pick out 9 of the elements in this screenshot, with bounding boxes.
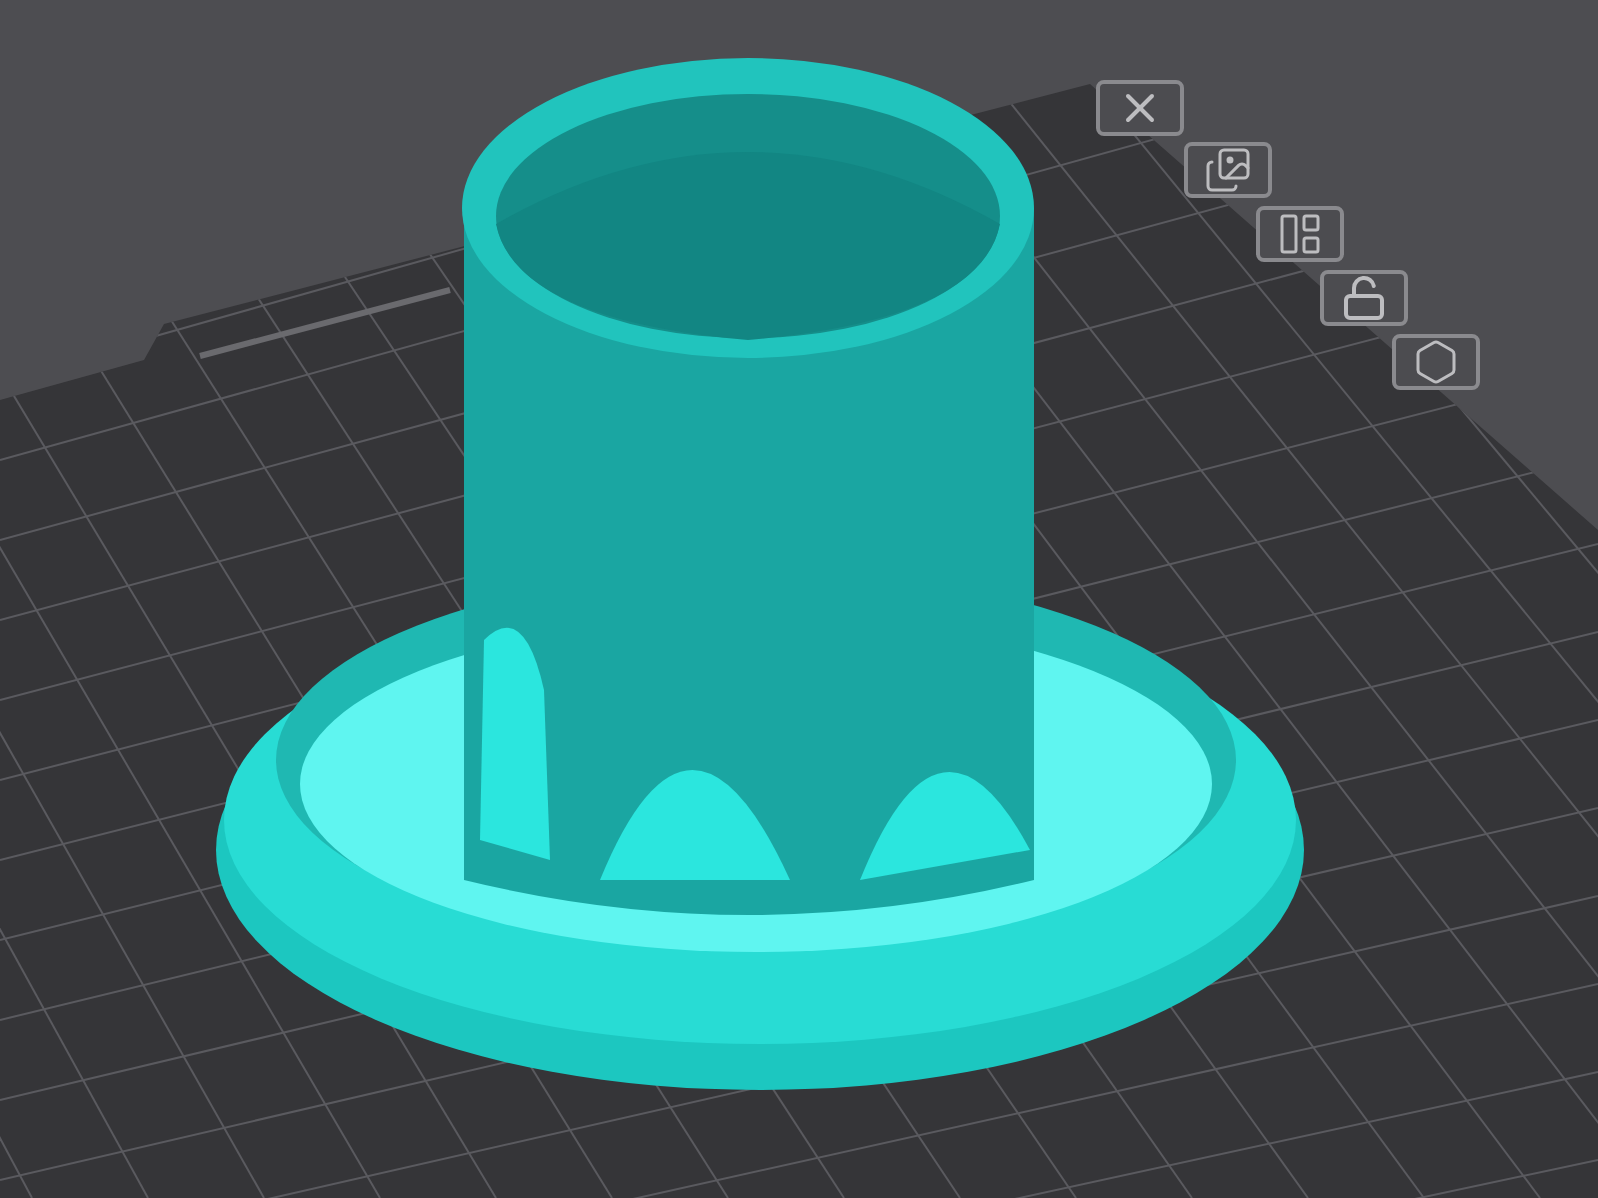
layout-icon [1276,210,1324,258]
hexagon-icon [1412,338,1460,386]
plate-tool-button[interactable] [1392,334,1480,390]
plate-tool-button[interactable] [1096,80,1184,136]
plate-tool-button[interactable] [1320,270,1408,326]
plate-tool-button[interactable] [1184,142,1272,198]
plate-tool-button[interactable] [1256,206,1344,262]
open-padlock-icon [1340,274,1388,322]
picture-icon [1204,146,1252,194]
